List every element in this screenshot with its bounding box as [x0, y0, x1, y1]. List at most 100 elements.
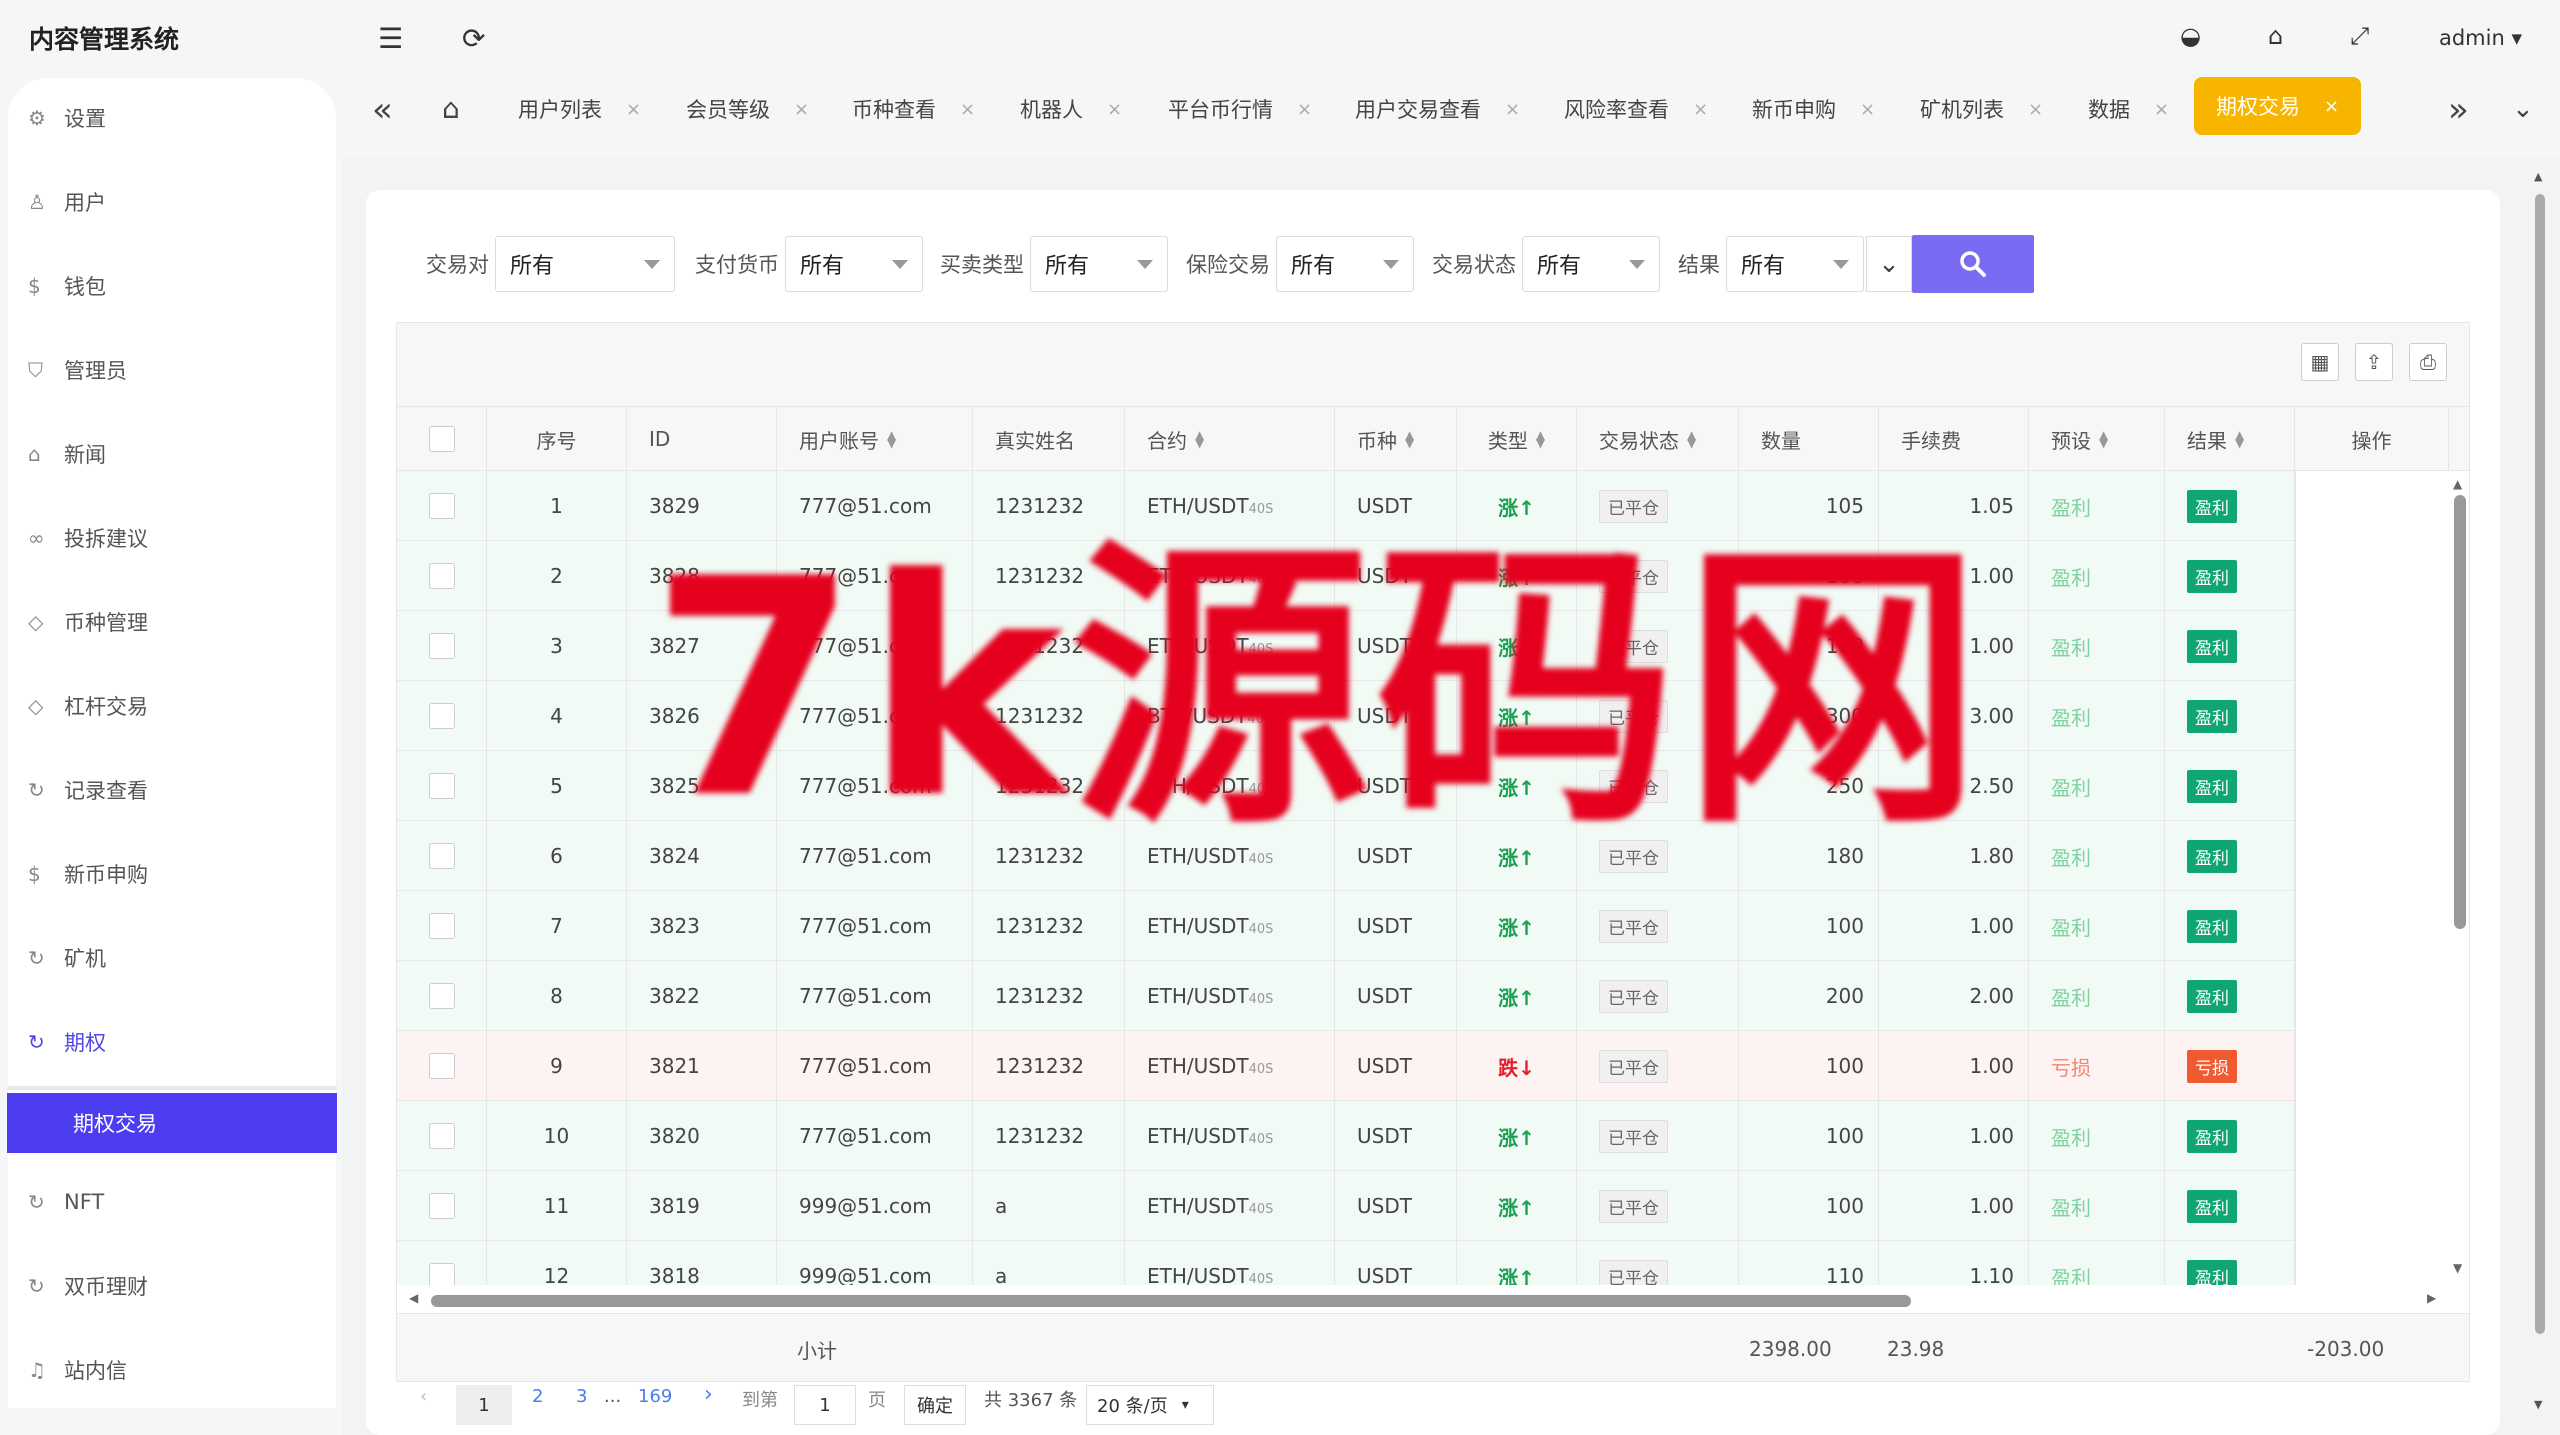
filter-select[interactable]: 所有 [1276, 236, 1414, 292]
select-all-checkbox[interactable] [428, 426, 455, 452]
table-row[interactable]: 10 3820 777@51.com 1231232 ETH/USDT40S USDT 涨↑… [397, 1101, 2469, 1171]
close-icon[interactable]: × [2324, 96, 2339, 117]
close-icon[interactable]: × [2028, 99, 2043, 120]
page-1[interactable]: 1 [456, 1385, 512, 1425]
row-checkbox[interactable] [428, 983, 455, 1009]
table-horizontal-scrollbar[interactable]: ◀ ▶ [397, 1285, 2469, 1313]
table-vertical-scrollbar[interactable]: ▲ ▼ [2449, 471, 2469, 1285]
page-vertical-scrollbar[interactable]: ▲ ▼ [2532, 170, 2548, 1430]
sidebar-item-4[interactable]: ⌂ 新闻 [28, 434, 106, 474]
expand-filters-button[interactable]: ⌄ [1866, 236, 1912, 292]
sidebar-item-5[interactable]: ∞ 投拆建议 [28, 518, 148, 558]
sidebar-item-7[interactable]: ◇ 杠杆交易 [28, 686, 148, 726]
sort-icon[interactable]: ▲ ▼ [2235, 429, 2244, 449]
row-checkbox[interactable] [428, 493, 455, 519]
next-page-icon[interactable]: › [704, 1382, 713, 1407]
table-row[interactable]: 12 3818 999@51.com a ETH/USDT40S USDT 涨↑ 已平仓 110… [397, 1241, 2469, 1285]
tab-9[interactable]: 数据 × [2088, 80, 2169, 138]
close-icon[interactable]: × [1860, 99, 1875, 120]
home-tab-icon[interactable]: ⌂ [442, 92, 460, 125]
filter-select[interactable]: 所有 [1030, 236, 1168, 292]
sort-icon[interactable]: ▲ ▼ [1536, 429, 1545, 449]
tab-3[interactable]: 机器人 × [1020, 80, 1122, 138]
fullscreen-icon[interactable]: ⤢ [2350, 22, 2369, 50]
sidebar-item-12[interactable]: ↻ NFT [28, 1182, 104, 1222]
sidebar-item-13[interactable]: ↻ 双币理财 [28, 1266, 148, 1306]
search-button[interactable] [1912, 235, 2034, 293]
page-3[interactable]: 3 [576, 1386, 587, 1407]
row-checkbox[interactable] [428, 1053, 455, 1079]
palette-icon[interactable]: ◒ [2180, 22, 2201, 50]
row-checkbox[interactable] [428, 1263, 455, 1285]
sidebar-item-8[interactable]: ↻ 记录查看 [28, 770, 148, 810]
sidebar-item-11[interactable]: ↻ 期权 [28, 1022, 106, 1062]
page-size-select[interactable]: 20 条/页 ▾ [1086, 1385, 1214, 1425]
menu-collapse-icon[interactable]: ☰ [378, 22, 403, 55]
table-row[interactable]: 8 3822 777@51.com 1231232 ETH/USDT40S USDT 涨↑ 已… [397, 961, 2469, 1031]
sidebar-item-2[interactable]: $ 钱包 [28, 266, 106, 306]
goto-page-input[interactable]: 1 [794, 1385, 856, 1425]
close-icon[interactable]: × [1693, 99, 1708, 120]
close-icon[interactable]: × [1107, 99, 1122, 120]
export-icon[interactable]: ⇪ [2355, 343, 2393, 381]
row-checkbox[interactable] [428, 913, 455, 939]
close-icon[interactable]: × [2154, 99, 2169, 120]
sort-icon[interactable]: ▲ ▼ [1405, 429, 1414, 449]
row-checkbox[interactable] [428, 1193, 455, 1219]
columns-filter-icon[interactable]: ▦ [2301, 343, 2339, 381]
sidebar-item-10[interactable]: ↻ 矿机 [28, 938, 106, 978]
sort-icon[interactable]: ▲ ▼ [887, 429, 896, 449]
row-checkbox[interactable] [428, 773, 455, 799]
page-2[interactable]: 2 [532, 1386, 543, 1407]
tab-0[interactable]: 用户列表 × [518, 80, 641, 138]
tab-1[interactable]: 会员等级 × [686, 80, 809, 138]
close-icon[interactable]: × [626, 99, 641, 120]
table-row[interactable]: 7 3823 777@51.com 1231232 ETH/USDT40S USDT 涨↑ 已… [397, 891, 2469, 961]
print-icon[interactable]: ⎙ [2409, 343, 2447, 381]
refresh-icon[interactable]: ⟳ [462, 22, 485, 55]
tab-7[interactable]: 新币申购 × [1752, 80, 1875, 138]
tab-6[interactable]: 风险率查看 × [1564, 80, 1708, 138]
tab-2[interactable]: 币种查看 × [852, 80, 975, 138]
filter-label: 交易对 [426, 253, 489, 277]
tab-10[interactable]: 期权交易 × [2194, 77, 2362, 135]
table-row[interactable]: 11 3819 999@51.com a ETH/USDT40S USDT 涨↑ 已平仓 100… [397, 1171, 2469, 1241]
close-icon[interactable]: × [794, 99, 809, 120]
sort-icon[interactable]: ▲ ▼ [1687, 429, 1696, 449]
sort-icon[interactable]: ▲ ▼ [1195, 429, 1204, 449]
sidebar-item-6[interactable]: ◇ 币种管理 [28, 602, 148, 642]
table-cell: 盈利 [2029, 891, 2165, 961]
sidebar-subitem-options-trading[interactable]: 期权交易 [7, 1093, 337, 1153]
close-icon[interactable]: × [1505, 99, 1520, 120]
row-checkbox[interactable] [428, 1123, 455, 1149]
row-checkbox[interactable] [428, 633, 455, 659]
sidebar-item-9[interactable]: $ 新币申购 [28, 854, 148, 894]
sidebar-item-1[interactable]: ♙ 用户 [28, 182, 106, 222]
tab-4[interactable]: 平台币行情 × [1168, 80, 1312, 138]
filter-select[interactable]: 所有 [1726, 236, 1864, 292]
prev-page-icon[interactable]: ‹ [420, 1386, 427, 1407]
row-checkbox[interactable] [428, 843, 455, 869]
close-icon[interactable]: × [1297, 99, 1312, 120]
page-last[interactable]: 169 [638, 1386, 672, 1407]
tabs-scroll-right-icon[interactable]: » [2448, 90, 2469, 130]
tag-icon[interactable]: ⌂ [2268, 22, 2283, 50]
filter-select[interactable]: 所有 [495, 236, 675, 292]
tab-8[interactable]: 矿机列表 × [1920, 80, 2043, 138]
sort-icon[interactable]: ▲ ▼ [2099, 429, 2108, 449]
goto-confirm-button[interactable]: 确定 [904, 1385, 966, 1425]
tabs-scroll-left-icon[interactable]: « [372, 90, 393, 130]
filter-select[interactable]: 所有 [785, 236, 923, 292]
tabs-dropdown-icon[interactable]: ⌄ [2512, 94, 2534, 124]
close-icon[interactable]: × [960, 99, 975, 120]
table-cell: 999@51.com [777, 1241, 973, 1285]
sidebar-item-3[interactable]: ⛉ 管理员 [28, 350, 127, 390]
row-checkbox[interactable] [428, 703, 455, 729]
tab-5[interactable]: 用户交易查看 × [1355, 80, 1520, 138]
sidebar-item-0[interactable]: ⚙ 设置 [28, 98, 106, 138]
table-row[interactable]: 9 3821 777@51.com 1231232 ETH/USDT40S USDT 跌↓ 已… [397, 1031, 2469, 1101]
user-menu[interactable]: admin ▾ [2439, 26, 2522, 50]
sidebar-item-14[interactable]: ♫ 站内信 [28, 1350, 127, 1390]
filter-select[interactable]: 所有 [1522, 236, 1660, 292]
row-checkbox[interactable] [428, 563, 455, 589]
